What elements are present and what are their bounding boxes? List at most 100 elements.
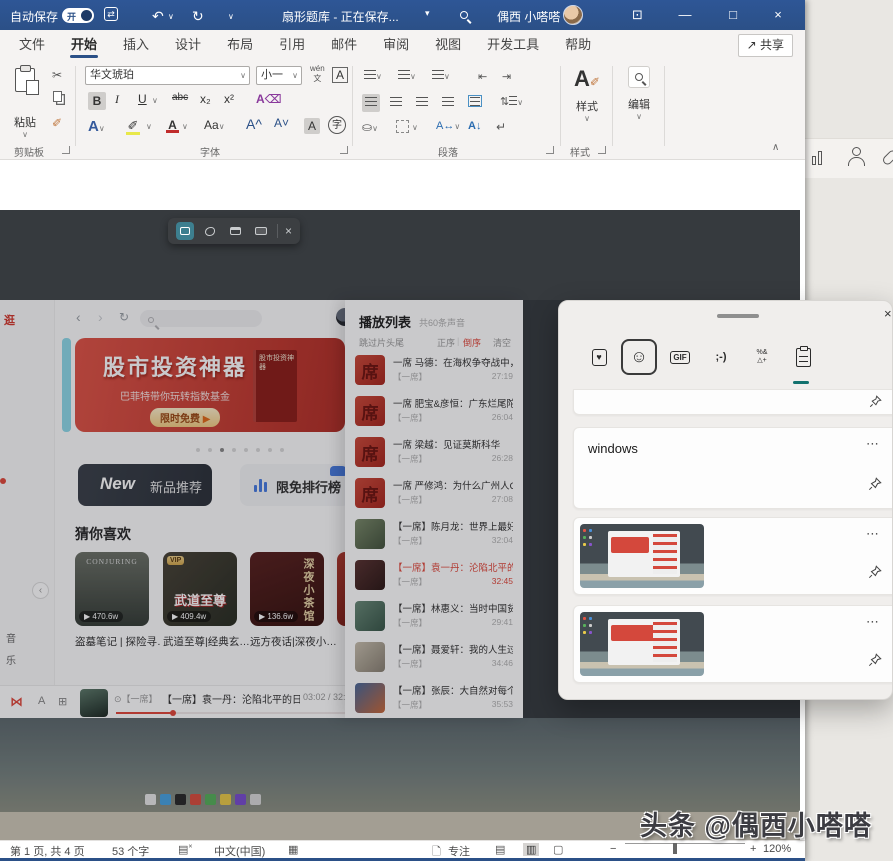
tab-文件[interactable]: 文件 <box>6 30 58 60</box>
share-button[interactable]: ↗ 共享 <box>738 34 793 57</box>
subscript-button[interactable]: x₂ <box>200 92 211 106</box>
font-size-select[interactable]: 小一∨ <box>256 66 302 85</box>
char-shading-icon[interactable]: A <box>304 118 320 134</box>
tab-gif-icon[interactable]: GIF <box>662 339 698 375</box>
proofing-icon[interactable]: ▤× <box>178 843 193 856</box>
clipboard-dialog-launcher[interactable] <box>62 146 70 154</box>
close-icon[interactable]: × <box>884 306 892 321</box>
phonetic-guide-icon[interactable]: wén文 <box>310 64 325 84</box>
pin-icon[interactable] <box>868 565 882 584</box>
line-spacing-icon[interactable]: ⇅∨ <box>500 95 523 108</box>
clipboard-item-image[interactable]: ⋯ <box>573 605 893 683</box>
collapse-ribbon-icon[interactable]: ∧ <box>772 142 779 153</box>
avatar[interactable] <box>563 5 583 25</box>
styles-dialog-launcher[interactable] <box>598 146 606 154</box>
save-icon[interactable]: ⇄ <box>104 7 118 21</box>
char-border-icon[interactable]: A <box>332 67 348 83</box>
align-center-button[interactable] <box>390 97 402 109</box>
enclose-char-icon[interactable]: 字 <box>328 116 346 134</box>
print-layout-icon[interactable]: ▥ <box>523 843 539 856</box>
clipboard-item-image[interactable]: ⋯ <box>573 517 893 595</box>
tab-审阅[interactable]: 审阅 <box>370 30 422 60</box>
close-button[interactable]: × <box>758 0 798 30</box>
highlight-caret-icon[interactable]: ∨ <box>146 122 152 131</box>
clear-format-icon[interactable]: A⌫ <box>256 92 282 106</box>
freeform-snip-icon[interactable] <box>201 222 219 240</box>
paragraph-dialog-launcher[interactable] <box>546 146 554 154</box>
zoom-slider-thumb[interactable] <box>673 843 677 854</box>
font-color-caret-icon[interactable]: ∨ <box>182 122 188 131</box>
borders-icon[interactable] <box>396 120 409 133</box>
window-snip-icon[interactable] <box>227 222 245 240</box>
minimize-button[interactable]: — <box>665 0 705 30</box>
highlight-icon[interactable]: ✐ <box>126 118 140 135</box>
tab-recent-icon[interactable]: ♥ <box>581 339 617 375</box>
focus-label[interactable]: 专注 <box>448 843 470 859</box>
italic-button[interactable]: I <box>115 92 119 107</box>
multilevel-list-icon[interactable]: ∨ <box>432 70 450 82</box>
superscript-button[interactable]: x² <box>224 92 234 106</box>
pin-icon[interactable] <box>868 477 882 496</box>
web-layout-icon[interactable]: ▢ <box>553 843 563 856</box>
shrink-font-icon[interactable]: A˅ <box>274 116 289 130</box>
align-right-button[interactable] <box>416 97 428 109</box>
decrease-indent-icon[interactable]: ⇤ <box>478 70 487 83</box>
tab-kaomoji-icon[interactable]: ;-) <box>703 339 739 375</box>
zoom-in-icon[interactable]: + <box>750 843 756 855</box>
grow-font-icon[interactable]: A^ <box>246 116 262 132</box>
rectangle-snip-icon[interactable] <box>176 222 194 240</box>
zoom-level[interactable]: 120% <box>763 843 791 855</box>
justify-button[interactable] <box>442 97 454 109</box>
read-mode-icon[interactable]: ▤ <box>495 843 505 856</box>
search-icon[interactable] <box>460 8 468 22</box>
font-color-icon[interactable]: A <box>166 118 179 133</box>
pin-icon[interactable] <box>868 653 882 672</box>
maximize-button[interactable]: □ <box>713 0 753 30</box>
item-menu-icon[interactable]: ⋯ <box>866 436 880 452</box>
tab-帮助[interactable]: 帮助 <box>552 30 604 60</box>
distribute-button[interactable] <box>468 95 482 107</box>
styles-button[interactable]: A✐ 样式 ∨ <box>568 66 606 123</box>
fullscreen-snip-icon[interactable] <box>252 222 270 240</box>
undo-icon[interactable]: ↶ <box>152 8 164 25</box>
copy-icon[interactable] <box>53 91 62 102</box>
tab-开发工具[interactable]: 开发工具 <box>474 30 552 60</box>
tab-clipboard-icon[interactable] <box>785 339 821 375</box>
autosave-toggle[interactable]: 开 <box>62 8 94 23</box>
snip-close-icon[interactable]: × <box>285 224 292 238</box>
align-left-button[interactable] <box>362 94 380 112</box>
zoom-out-icon[interactable]: − <box>610 843 616 855</box>
paste-button[interactable]: 粘贴 ∨ <box>8 66 42 139</box>
cut-icon[interactable]: ✂ <box>52 68 62 82</box>
bullets-icon[interactable]: ∨ <box>364 70 382 82</box>
macro-record-icon[interactable]: ▦ <box>288 843 298 856</box>
item-menu-icon[interactable]: ⋯ <box>866 526 880 542</box>
undo-caret-icon[interactable]: ∨ <box>168 12 174 21</box>
edit-button[interactable]: 编辑 ∨ <box>620 66 658 121</box>
language-indicator[interactable]: 中文(中国) <box>214 843 265 859</box>
item-menu-icon[interactable]: ⋯ <box>866 614 880 630</box>
zoom-slider[interactable] <box>625 843 745 844</box>
underline-caret-icon[interactable]: ∨ <box>152 96 158 105</box>
borders-caret-icon[interactable]: ∨ <box>412 123 418 132</box>
font-dialog-launcher[interactable] <box>340 146 348 154</box>
para-mark-icon[interactable]: ↵ <box>496 120 506 134</box>
tab-开始[interactable]: 开始 <box>58 30 110 60</box>
ribbon-options-icon[interactable]: ⊡ <box>632 7 643 23</box>
tab-布局[interactable]: 布局 <box>214 30 266 60</box>
tab-插入[interactable]: 插入 <box>110 30 162 60</box>
tab-symbols-icon[interactable]: %&△+ <box>744 339 780 375</box>
shading-icon[interactable]: ⛀∨ <box>362 120 378 134</box>
numbering-icon[interactable]: ∨ <box>398 70 416 82</box>
redo-icon[interactable]: ↻ <box>192 8 204 25</box>
bold-button[interactable]: B <box>88 92 106 110</box>
sort-icon[interactable]: A↓ <box>468 120 481 132</box>
increase-indent-icon[interactable]: ⇥ <box>502 70 511 83</box>
tab-视图[interactable]: 视图 <box>422 30 474 60</box>
clipboard-item-text[interactable]: windows ⋯ <box>573 427 893 509</box>
strikethrough-button[interactable]: abc <box>172 92 188 103</box>
change-case-icon[interactable]: Aa∨ <box>204 118 225 132</box>
tab-引用[interactable]: 引用 <box>266 30 318 60</box>
char-scale-icon[interactable]: A↔∨ <box>436 120 460 132</box>
tab-设计[interactable]: 设计 <box>162 30 214 60</box>
